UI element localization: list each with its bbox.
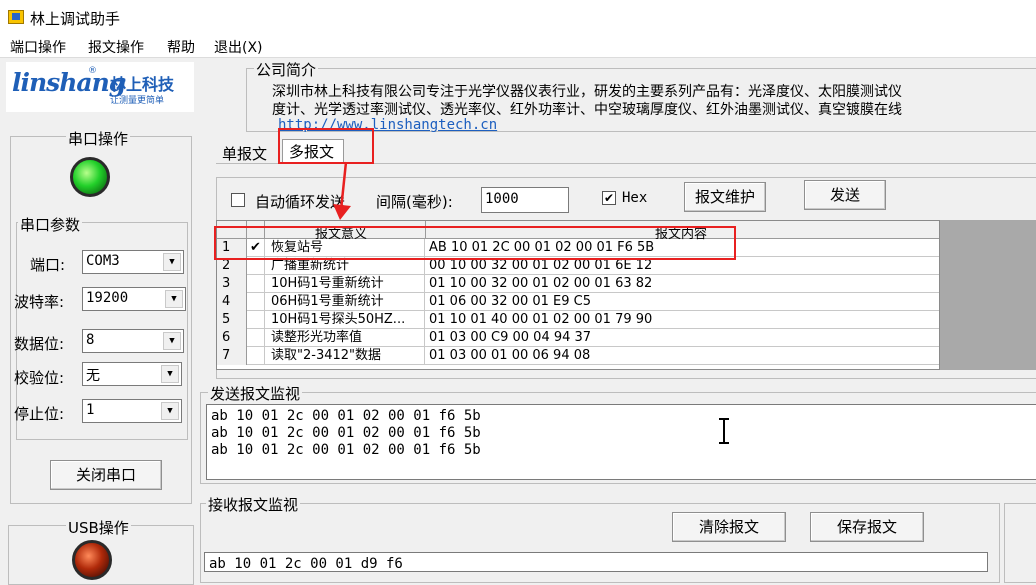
serial-operation-title: 串口操作: [66, 128, 131, 149]
row-hex[interactable]: 01 06 00 32 00 01 E9 C5: [425, 293, 939, 311]
stop-bits-select[interactable]: 1 ▼: [82, 399, 182, 423]
row-hex[interactable]: 01 10 00 32 00 01 02 00 01 63 82: [425, 275, 939, 293]
usb-operation-title: USB操作: [66, 517, 131, 538]
message-maintain-button[interactable]: 报文维护: [684, 182, 766, 212]
stop-bits-value: 1: [86, 402, 95, 418]
logo-text-en: linshang: [12, 68, 126, 97]
port-label: 端口:: [30, 256, 66, 274]
row-name[interactable]: 06H码1号重新统计: [265, 293, 425, 311]
usb-status-led-icon: [72, 540, 112, 580]
table-row[interactable]: 7 读取"2-3412"数据 01 03 00 01 00 06 94 08: [217, 347, 939, 365]
auto-loop-checkbox[interactable]: [231, 193, 245, 207]
row-name[interactable]: 10H码1号重新统计: [265, 275, 425, 293]
chevron-down-icon[interactable]: ▼: [163, 253, 181, 271]
annotation-box-row: [214, 226, 736, 260]
row-hex[interactable]: 01 03 00 C9 00 04 94 37: [425, 329, 939, 347]
row-name[interactable]: 读整形光功率值: [265, 329, 425, 347]
port-select[interactable]: COM3 ▼: [82, 250, 184, 274]
table-row[interactable]: 4 06H码1号重新统计 01 06 00 32 00 01 E9 C5: [217, 293, 939, 311]
row-name[interactable]: 10H码1号探头50HZ...: [265, 311, 425, 329]
logo-text-cn: 林上科技: [110, 75, 175, 94]
send-button[interactable]: 发送: [804, 180, 886, 210]
stop-bits-label: 停止位:: [14, 405, 65, 423]
row-checkbox[interactable]: [247, 293, 265, 311]
row-checkbox[interactable]: [247, 275, 265, 293]
table-row[interactable]: 3 10H码1号重新统计 01 10 00 32 00 01 02 00 01 …: [217, 275, 939, 293]
window-title: 林上调试助手: [30, 10, 121, 28]
annotation-box-tab: [278, 128, 374, 164]
parity-label: 校验位:: [14, 369, 65, 387]
row-hex[interactable]: 01 10 01 40 00 01 02 00 01 79 90: [425, 311, 939, 329]
port-select-value: COM3: [86, 253, 120, 269]
logo-slogan: 让测量更简单: [110, 96, 165, 106]
chevron-down-icon[interactable]: ▼: [161, 365, 179, 383]
row-number: 5: [217, 311, 247, 329]
title-bar: [0, 0, 1036, 34]
grid-empty-area: [940, 220, 1036, 370]
row-checkbox[interactable]: [247, 329, 265, 347]
interval-label: 间隔(毫秒):: [376, 193, 453, 211]
table-row[interactable]: 5 10H码1号探头50HZ... 01 10 01 40 00 01 02 0…: [217, 311, 939, 329]
row-checkbox[interactable]: [247, 311, 265, 329]
row-number: 3: [217, 275, 247, 293]
row-number: 6: [217, 329, 247, 347]
annotation-arrow-icon: [333, 161, 351, 220]
row-name[interactable]: 读取"2-3412"数据: [265, 347, 425, 365]
send-monitor-textarea[interactable]: ab 10 01 2c 00 01 02 00 01 f6 5b ab 10 0…: [206, 404, 1036, 480]
parity-select[interactable]: 无 ▼: [82, 362, 182, 386]
menu-exit[interactable]: 退出(X): [214, 37, 263, 57]
row-number: 7: [217, 347, 247, 365]
save-messages-button[interactable]: 保存报文: [810, 512, 924, 542]
baud-rate-select[interactable]: 19200 ▼: [82, 287, 186, 311]
company-intro-line2: 度计、光学透过率测试仪、透光率仪、红外功率计、中空玻璃厚度仪、红外油墨测试仪、真…: [272, 102, 902, 118]
receive-monitor-textarea[interactable]: ab 10 01 2c 00 01 d9 f6: [204, 552, 988, 572]
data-bits-label: 数据位:: [14, 335, 65, 353]
parity-value: 无: [86, 368, 100, 384]
data-bits-select[interactable]: 8 ▼: [82, 329, 184, 353]
interval-input[interactable]: 1000: [481, 187, 569, 213]
row-hex[interactable]: 01 03 00 01 00 06 94 08: [425, 347, 939, 365]
serial-params-title: 串口参数: [18, 214, 83, 235]
receive-monitor-title: 接收报文监视: [206, 494, 301, 515]
logo-registered-mark: ®: [88, 66, 97, 76]
clear-messages-button[interactable]: 清除报文: [672, 512, 786, 542]
hex-checkbox[interactable]: ✔: [602, 191, 616, 205]
menu-bar: [0, 34, 1036, 58]
menu-message-ops[interactable]: 报文操作: [88, 37, 144, 57]
data-bits-value: 8: [86, 332, 95, 348]
company-intro-line1: 深圳市林上科技有限公司专注于光学仪器仪表行业，研发的主要系列产品有：光泽度仪、太…: [272, 84, 902, 100]
menu-help[interactable]: 帮助: [167, 37, 195, 57]
tab-single-message[interactable]: 单报文: [222, 143, 267, 164]
company-intro-title: 公司简介: [254, 59, 319, 80]
row-checkbox[interactable]: [247, 347, 265, 365]
baud-rate-label: 波特率:: [14, 293, 65, 311]
hex-label: Hex: [622, 190, 648, 206]
row-number: 4: [217, 293, 247, 311]
right-side-group: [1004, 503, 1036, 583]
send-monitor-title: 发送报文监视: [208, 383, 303, 404]
close-port-button[interactable]: 关闭串口: [50, 460, 162, 490]
chevron-down-icon[interactable]: ▼: [163, 332, 181, 350]
table-row[interactable]: 6 读整形光功率值 01 03 00 C9 00 04 94 37: [217, 329, 939, 347]
menu-port-ops[interactable]: 端口操作: [10, 37, 66, 57]
serial-status-led-icon: [70, 157, 110, 197]
chevron-down-icon[interactable]: ▼: [161, 402, 179, 420]
chevron-down-icon[interactable]: ▼: [165, 290, 183, 308]
app-icon: [8, 10, 24, 24]
baud-rate-value: 19200: [86, 290, 129, 306]
text-cursor-icon: [719, 418, 729, 444]
